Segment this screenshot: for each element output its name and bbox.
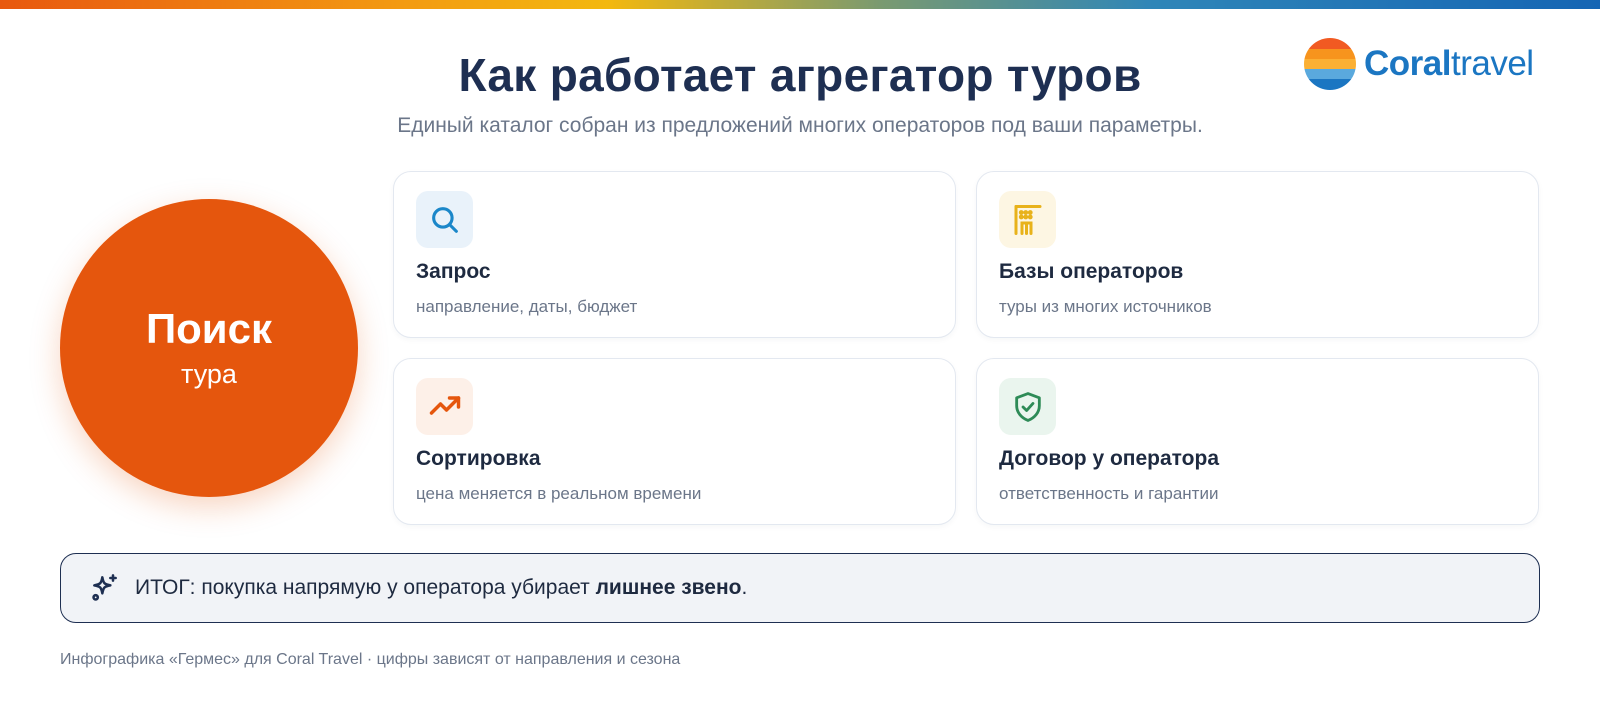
summary-text-after: . [741, 576, 748, 599]
footer-note: Инфографика «Гермес» для Coral Travel · … [60, 651, 681, 668]
card-desc: цена меняется в реальном времени [416, 484, 702, 503]
hub-subtitle: тура [181, 358, 237, 389]
building-icon [1014, 204, 1041, 235]
card-request: Запрос направление, даты, бюджет [393, 171, 956, 338]
summary-text: ИТОГ: покупка напрямую у оператора убира… [135, 576, 747, 600]
card-title: Запрос [416, 260, 491, 283]
card-desc: туры из многих источников [999, 297, 1212, 316]
card-sorting: Сортировка цена меняется в реальном врем… [393, 358, 956, 525]
card-title: Договор у оператора [999, 447, 1220, 470]
card-icon-box [416, 191, 473, 248]
card-operator-contract: Договор у оператора ответственность и га… [976, 358, 1539, 525]
page-subtitle: Единый каталог собран из предложений мно… [397, 114, 1203, 137]
search-icon [431, 206, 458, 233]
trending-up-icon [429, 395, 460, 415]
sparkles-icon [89, 572, 121, 604]
card-title: Базы операторов [999, 260, 1184, 283]
shield-check-icon [1014, 391, 1041, 422]
hub-circle: Поиск тура [60, 199, 358, 497]
summary-text-before: ИТОГ: покупка напрямую у оператора убира… [135, 576, 596, 599]
card-operator-databases: Базы операторов туры из многих источнико… [976, 171, 1539, 338]
summary-box: ИТОГ: покупка напрямую у оператора убира… [60, 553, 1540, 623]
card-desc: направление, даты, бюджет [416, 297, 638, 316]
summary-text-bold: лишнее звено [595, 576, 742, 599]
card-desc: ответственность и гарантии [999, 484, 1219, 503]
card-icon-box [999, 378, 1056, 435]
card-title: Сортировка [416, 447, 541, 470]
page-title: Как работает агрегатор туров [458, 49, 1142, 101]
card-icon-box [416, 378, 473, 435]
hub-title: Поиск [145, 305, 273, 353]
card-icon-box [999, 191, 1056, 248]
top-gradient-bar [0, 0, 1600, 9]
